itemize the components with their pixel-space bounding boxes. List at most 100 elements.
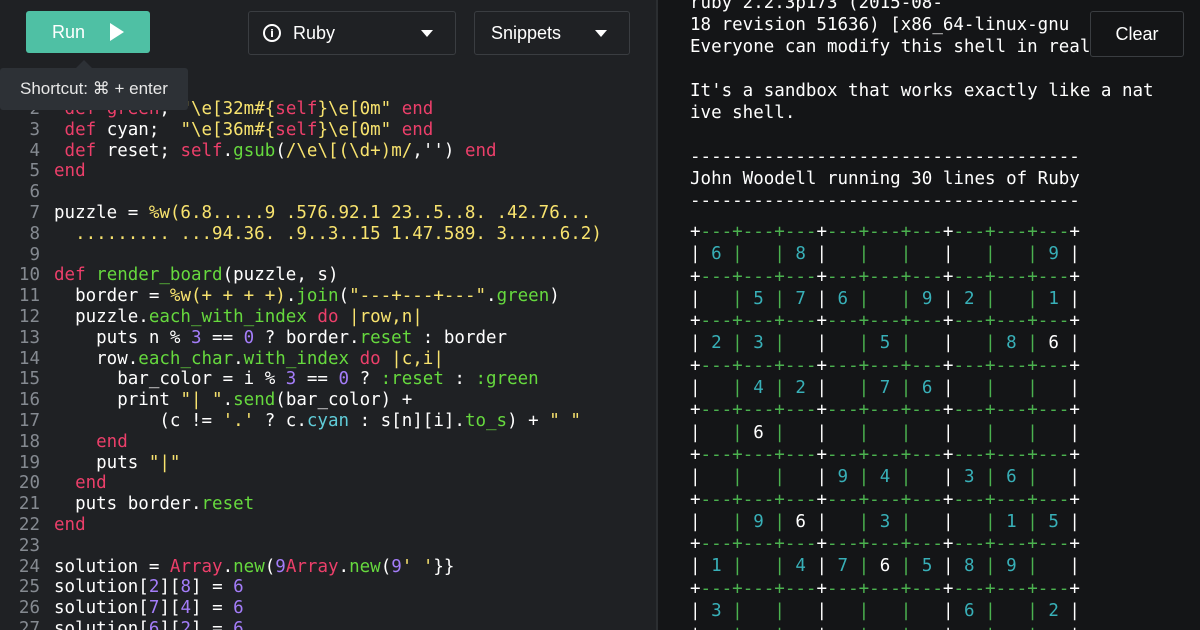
- grid-border: +---+---+---+---+---+---+---+---+---+: [690, 400, 1080, 421]
- code-line[interactable]: 15 bar_color = i % 3 == 0 ? :reset : :gr…: [0, 369, 656, 390]
- code-line[interactable]: 21 puts border.reset: [0, 494, 656, 515]
- code-token: puzzle.: [54, 306, 149, 327]
- line-number: 13: [18, 327, 40, 348]
- code-token: end: [54, 514, 86, 535]
- grid-cell: 3: [711, 601, 733, 622]
- code-line[interactable]: 18 end: [0, 432, 656, 453]
- code-token: gsub: [233, 140, 276, 161]
- grid-cell: [922, 467, 943, 487]
- code-lines[interactable]: 2 def green; "\e[32m#{self}\e[0m" end3 d…: [0, 99, 656, 630]
- code-line[interactable]: 3 def cyan; "\e[36m#{self}\e[0m" end: [0, 120, 656, 141]
- sudoku-board: +---+---+---+---+---+---+---+---+---+ | 6…: [690, 221, 1080, 630]
- code-token: ] =: [191, 618, 234, 630]
- code-line[interactable]: 24 solution = Array.new(9Array.new(9' '}}: [0, 557, 656, 578]
- code-line[interactable]: 5 end: [0, 161, 656, 182]
- code-token: |row,n|: [349, 306, 423, 327]
- code-token: row.: [54, 348, 139, 369]
- code-token: ? border.: [254, 327, 360, 348]
- code-token: self: [180, 140, 223, 161]
- line-number: 17: [18, 410, 40, 431]
- code-line[interactable]: 19 puts "|": [0, 453, 656, 474]
- line-number: 15: [18, 369, 40, 390]
- grid-cell: 2: [1048, 601, 1070, 622]
- terminal-line: 18 revision 51636) [x86_64-linux-gnu: [690, 15, 1070, 35]
- code-line[interactable]: 6: [0, 182, 656, 203]
- grid-cell: [964, 423, 985, 443]
- line-number: 3: [29, 119, 40, 140]
- grid-cell: 9: [837, 467, 859, 488]
- line-number: 7: [29, 202, 40, 223]
- line-number: 21: [18, 494, 40, 515]
- code-token: cyan;: [106, 119, 181, 140]
- code-token: .: [233, 348, 244, 369]
- code-token: '.': [222, 410, 255, 431]
- grid-row: | 2 | 3 | | | 5 | | | 8 | 6 |: [690, 333, 1080, 354]
- code-token: 9: [391, 556, 402, 577]
- snippets-label: Snippets: [491, 22, 562, 43]
- grid-cell: 7: [795, 288, 817, 309]
- chevron-down-icon: [595, 30, 607, 37]
- code-line[interactable]: 26 solution[7][4] = 6: [0, 598, 656, 619]
- grid-cell: 9: [753, 511, 775, 532]
- grid-cell: [1006, 378, 1027, 398]
- code-line[interactable]: 16 print "| ".send(bar_color) +: [0, 390, 656, 411]
- grid-cell: [838, 333, 859, 353]
- grid-cell: 5: [753, 288, 775, 309]
- grid-cell: [1006, 289, 1027, 309]
- run-button[interactable]: Run: [26, 11, 150, 53]
- code-line[interactable]: 8 ......... ...94.36. .9..3..15 1.47.589…: [0, 224, 656, 245]
- code-token: (: [264, 556, 276, 577]
- grid-cell: 6: [964, 601, 986, 622]
- line-number: 26: [18, 598, 40, 619]
- language-dropdown[interactable]: i Ruby: [248, 11, 456, 55]
- code-line[interactable]: 9: [0, 245, 656, 266]
- code-line[interactable]: 14 row.each_char.with_index do |c,i|: [0, 349, 656, 370]
- code-token: def: [54, 140, 107, 161]
- code-line[interactable]: 4 def reset; self.gsub(/\e\[(\d+)m/,'') …: [0, 141, 656, 162]
- terminal-line: -------------------------------------: [690, 191, 1080, 211]
- code-token: end: [391, 99, 434, 119]
- code-line[interactable]: 13 puts n % 3 == 0 ? border.reset : bord…: [0, 328, 656, 349]
- line-number: 24: [18, 556, 40, 577]
- snippets-dropdown[interactable]: Snippets: [474, 11, 630, 55]
- grid-cell: 3: [753, 333, 775, 354]
- code-line[interactable]: 20 end: [0, 473, 656, 494]
- code-token: : s[n][i].: [349, 410, 465, 431]
- grid-cell: [880, 423, 901, 443]
- line-number: 18: [18, 431, 40, 452]
- line-number: 11: [18, 286, 40, 307]
- terminal-output[interactable]: ruby 2.2.3p173 (2015-08- 18 revision 5163…: [658, 0, 1200, 630]
- code-line[interactable]: 27 solution[6][2] = 6: [0, 619, 656, 630]
- grid-cell: 7: [879, 378, 901, 399]
- code-token: 2: [148, 577, 160, 598]
- grid-border: +---+---+---+---+---+---+---+---+---+: [690, 622, 1080, 630]
- grid-border: +---+---+---+---+---+---+---+---+---+: [690, 578, 1080, 599]
- code-line[interactable]: 25 solution[2][8] = 6: [0, 577, 656, 598]
- code-token: ?: [349, 369, 381, 390]
- code-line[interactable]: 10 def render_board(puzzle, s): [0, 265, 656, 286]
- code-token: end: [54, 473, 107, 494]
- grid-border: +---+---+---+---+---+---+---+---+---+: [690, 489, 1080, 510]
- code-token: border =: [54, 286, 170, 307]
- grid-cell: 6: [1048, 333, 1070, 354]
- clear-button[interactable]: Clear: [1090, 11, 1184, 57]
- grid-border: +---+---+---+---+---+---+---+---+---+: [690, 266, 1080, 287]
- shortcut-tooltip: Shortcut: ⌘ + enter: [0, 60, 188, 110]
- code-line[interactable]: 11 border = %w(+ + + +).join("---+---+--…: [0, 286, 656, 307]
- code-token: "\e[32m#{: [180, 99, 276, 119]
- line-number: 8: [29, 223, 40, 244]
- line-number: 22: [18, 514, 40, 535]
- grid-cell: 6: [921, 378, 943, 399]
- code-editor[interactable]: Run i Ruby Snippets 2 def green; "\e[32m…: [0, 0, 656, 630]
- grid-row: | | 4 | 2 | | 7 | 6 | | | |: [690, 378, 1080, 399]
- code-line[interactable]: 17 (c != '.' ? c.cyan : s[n][i].to_s) + …: [0, 411, 656, 432]
- grid-cell: [964, 244, 985, 264]
- grid-cell: 4: [795, 556, 817, 577]
- code-line[interactable]: 22 end: [0, 515, 656, 536]
- code-line[interactable]: 12 puzzle.each_with_index do |row,n|: [0, 307, 656, 328]
- code-token: join: [296, 286, 339, 307]
- grid-cell: [838, 512, 859, 532]
- code-token: .: [285, 286, 297, 307]
- code-line[interactable]: 7 puzzle = %w(6.8.....9 .576.92.1 23..5..…: [0, 203, 656, 224]
- code-line[interactable]: 23: [0, 536, 656, 557]
